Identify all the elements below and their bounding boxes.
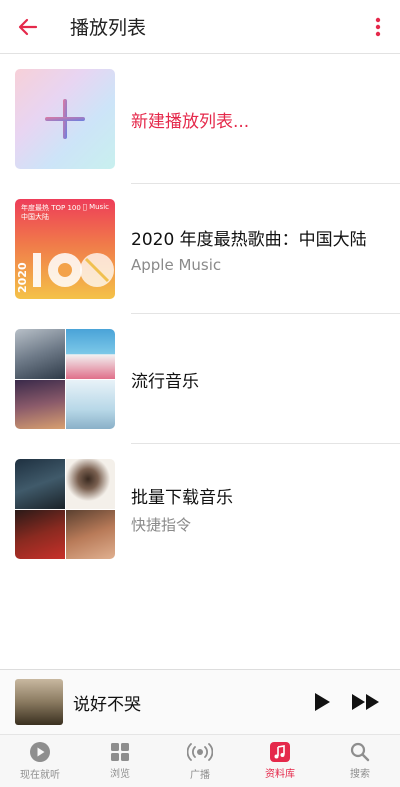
playlist-cover-top100: 年度最热 TOP 100 中国大陆  Music 2020 <box>15 199 115 299</box>
plus-icon <box>45 99 85 139</box>
back-button[interactable] <box>0 0 56 54</box>
next-track-button[interactable] <box>342 669 390 735</box>
playlist-row-pop[interactable]: 流行音乐 <box>0 314 400 444</box>
back-arrow-icon <box>18 18 38 35</box>
apple-music-logo:  Music <box>83 203 109 211</box>
music-note-icon <box>270 742 290 762</box>
play-button[interactable] <box>302 669 342 735</box>
more-options-button[interactable] <box>356 0 400 54</box>
more-vertical-icon <box>375 17 381 36</box>
tab-label: 现在就听 <box>20 770 60 781</box>
page-title: 播放列表 <box>70 17 147 39</box>
play-circle-icon <box>30 742 50 762</box>
tab-library[interactable]: 资料库 <box>240 735 320 787</box>
tab-bar: 现在就听 浏览 广播 资料库 搜索 <box>0 735 400 787</box>
album-art-1 <box>15 329 65 379</box>
tab-search[interactable]: 搜索 <box>320 735 400 787</box>
tab-radio[interactable]: 广播 <box>160 735 240 787</box>
top-bar: 播放列表 <box>0 0 400 54</box>
playlist-title: 2020 年度最热歌曲：中国大陆 <box>131 229 367 250</box>
top100-graphic <box>33 253 114 287</box>
new-playlist-row[interactable]: 新建播放列表... <box>0 54 400 184</box>
playlist-list: 新建播放列表... 年度最热 TOP 100 中国大陆  Music 2020… <box>0 54 400 559</box>
tab-label: 搜索 <box>350 769 370 780</box>
play-icon <box>315 693 330 711</box>
album-art-3 <box>15 379 65 429</box>
tab-label: 广播 <box>190 770 210 781</box>
cover-line-2: TOP 100 <box>51 204 81 212</box>
tab-label: 资料库 <box>265 769 295 780</box>
now-playing-artwork <box>15 679 63 725</box>
playlist-cover-batch <box>15 459 115 559</box>
album-art-4 <box>65 509 115 559</box>
fast-forward-icon <box>352 694 379 710</box>
tab-browse[interactable]: 浏览 <box>80 735 160 787</box>
search-icon <box>350 742 370 762</box>
now-playing-title: 说好不哭 <box>73 694 141 715</box>
playlist-cover-pop <box>15 329 115 429</box>
cover-brand: Music <box>89 203 109 211</box>
cover-line-3: 中国大陆 <box>21 213 49 221</box>
album-art-3 <box>15 509 65 559</box>
tab-listen-now[interactable]: 现在就听 <box>0 735 80 787</box>
cover-year: 2020 <box>16 262 29 293</box>
playlist-subtitle: Apple Music <box>131 255 222 274</box>
album-art-1 <box>15 459 65 509</box>
new-playlist-label: 新建播放列表... <box>131 111 250 132</box>
playlist-title: 批量下载音乐 <box>131 488 233 508</box>
playlist-row-batch[interactable]: 批量下载音乐 快捷指令 <box>0 444 400 559</box>
grid-icon <box>111 743 129 761</box>
album-art-2 <box>65 459 115 509</box>
playlist-row-top100[interactable]: 年度最热 TOP 100 中国大陆  Music 2020 2020 年度最热… <box>0 184 400 314</box>
tab-label: 浏览 <box>110 769 130 780</box>
playlist-title: 流行音乐 <box>131 371 199 392</box>
playlist-subtitle: 快捷指令 <box>131 516 192 534</box>
radio-icon <box>187 743 213 761</box>
cover-line-1: 年度最热 <box>21 204 49 212</box>
album-art-2 <box>65 329 115 379</box>
new-playlist-thumb <box>15 69 115 169</box>
mini-player[interactable]: 说好不哭 <box>0 669 400 735</box>
album-art-4 <box>65 379 115 429</box>
